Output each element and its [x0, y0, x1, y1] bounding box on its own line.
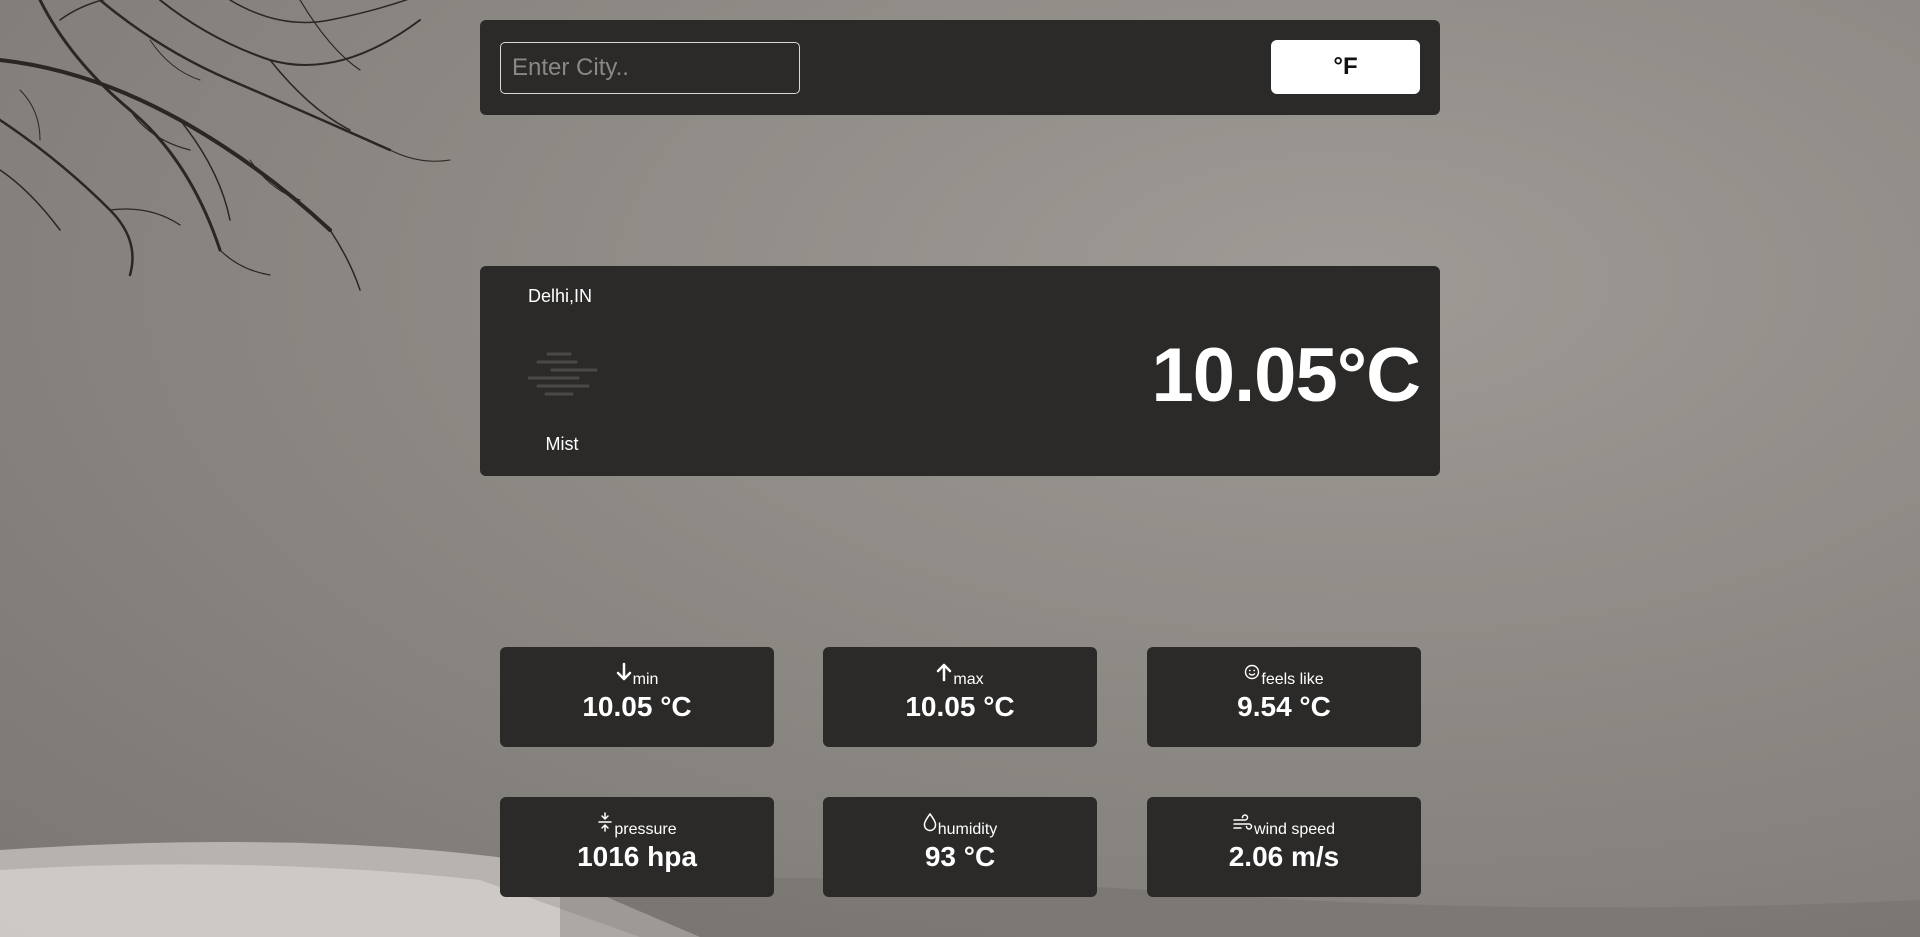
unit-toggle-button[interactable]: °F [1271, 40, 1420, 94]
stat-label: humidity [937, 821, 998, 838]
stat-label: feels like [1261, 671, 1324, 688]
stat-card-pressure: pressure 1016 hpa [500, 797, 774, 897]
stat-value: 9.54 °C [1237, 691, 1331, 722]
wind-icon [1233, 814, 1254, 839]
stat-value: 93 °C [924, 841, 996, 872]
stat-card-humidity: humidity 93 °C [823, 797, 1097, 897]
droplet-icon [923, 812, 938, 839]
stat-label: pressure [614, 821, 677, 838]
stat-label: max [953, 671, 984, 688]
stat-value: 10.05 °C [582, 691, 692, 722]
stat-card-wind-speed: wind speed 2.06 m/s [1147, 797, 1421, 897]
weather-condition: Mist [545, 434, 579, 454]
mist-icon [526, 350, 598, 403]
search-bar: °F [480, 20, 1440, 115]
smiley-icon [1244, 664, 1261, 689]
stat-label: min [632, 671, 659, 688]
stat-value: 2.06 m/s [1228, 841, 1340, 872]
arrow-down-icon [616, 662, 633, 689]
stat-card-max: max 10.05 °C [823, 647, 1097, 747]
stat-label: wind speed [1254, 821, 1335, 838]
city-search-input[interactable] [500, 42, 800, 94]
stat-value: 1016 hpa [577, 841, 697, 872]
stat-card-feels-like: feels like 9.54 °C [1147, 647, 1421, 747]
current-weather-card: Delhi,IN Mist 10.05°C [480, 266, 1440, 476]
pressure-icon [597, 812, 614, 839]
current-temperature: 10.05°C [1151, 333, 1421, 418]
arrow-up-icon [936, 662, 953, 689]
stat-value: 10.05 °C [905, 691, 1015, 722]
location-label: Delhi,IN [528, 286, 593, 306]
stat-card-min: min 10.05 °C [500, 647, 774, 747]
